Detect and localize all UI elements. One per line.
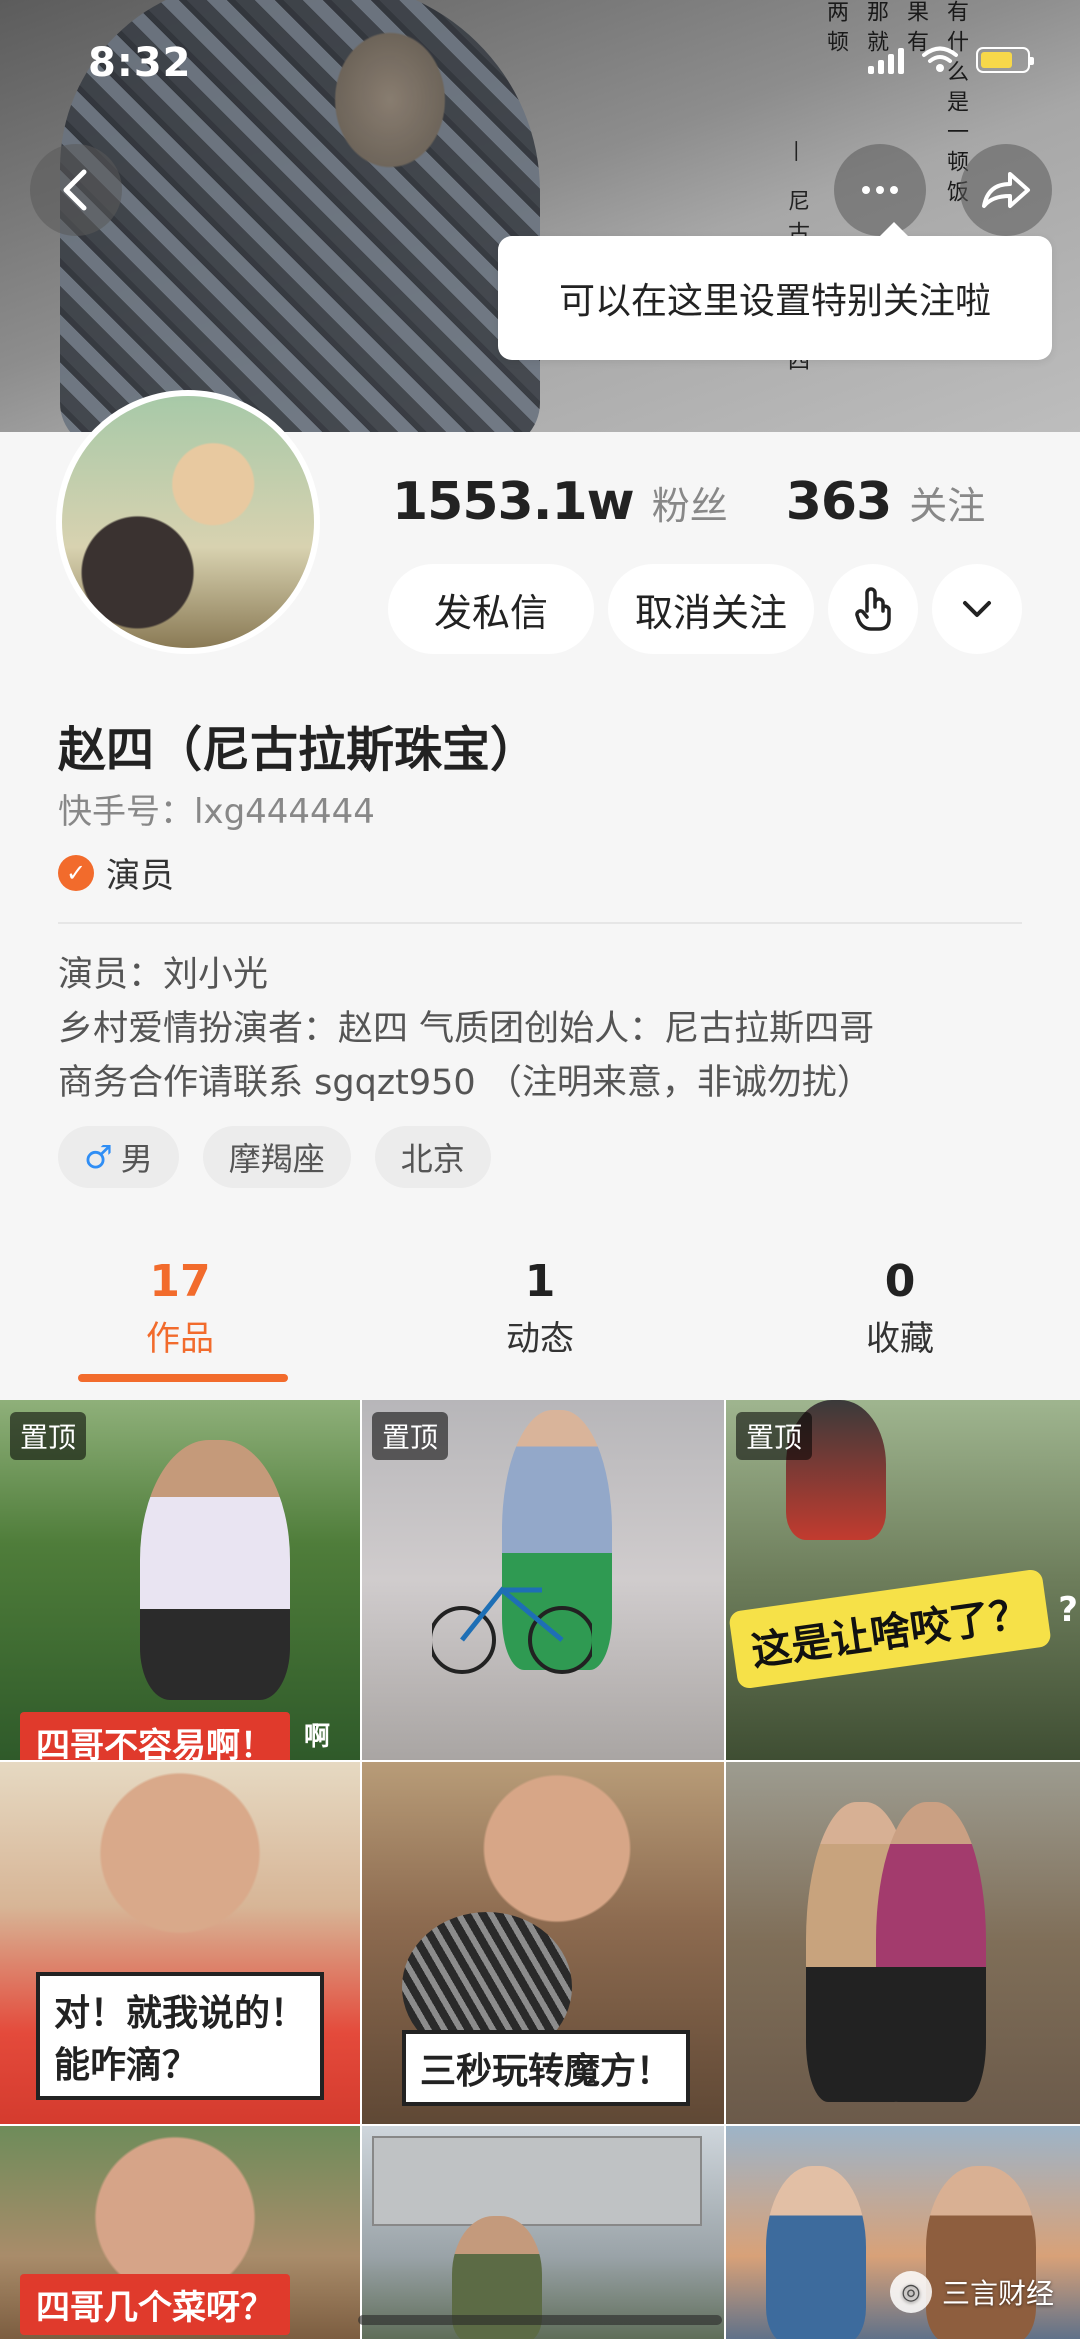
share-arrow-icon xyxy=(982,172,1030,208)
avatar[interactable] xyxy=(56,390,320,654)
profile-stats: 1553.1w 粉丝 363 关注 xyxy=(392,472,1025,532)
video-thumbnail[interactable]: 三秒玩转魔方！ xyxy=(362,1762,724,2124)
more-dots-icon xyxy=(862,186,898,194)
special-follow-button[interactable] xyxy=(828,564,918,654)
video-grid: 置顶 四哥不容易啊！ 啊 置顶 置顶 这是让啥咬了？ ? 对！就我说的！ 能咋滴… xyxy=(0,1400,1080,2339)
kuaishou-id[interactable]: 快手号：lxg444444 xyxy=(58,784,375,833)
bio-line: 乡村爱情扮演者：赵四 气质团创始人：尼古拉斯四哥 xyxy=(58,1009,875,1049)
back-button[interactable] xyxy=(30,144,122,236)
tab-moments[interactable]: 1 动态 xyxy=(360,1252,720,1382)
profile-name: 赵四（尼古拉斯珠宝） xyxy=(58,722,539,778)
cellular-signal-icon xyxy=(868,46,904,74)
city-tag: 北京 xyxy=(374,1126,491,1188)
followers-count[interactable]: 1553.1w xyxy=(392,472,635,532)
tab-works[interactable]: 17 作品 xyxy=(0,1252,360,1382)
video-thumbnail[interactable]: 置顶 xyxy=(362,1400,724,1760)
video-thumbnail[interactable]: 对！就我说的！ 能咋滴？ xyxy=(0,1762,360,2124)
profile-bio: 演员：刘小光 乡村爱情扮演者：赵四 气质团创始人：尼古拉斯四哥 商务合作请联系 … xyxy=(58,948,874,1110)
unfollow-button[interactable]: 取消关注 xyxy=(608,564,814,654)
watermark: ◎ 三言财经 xyxy=(889,2271,1054,2313)
pinned-badge: 置顶 xyxy=(10,1412,87,1460)
video-caption: 四哥不容易啊！ xyxy=(20,1712,290,1760)
profile-section: 1553.1w 粉丝 363 关注 发私信 取消关注 赵四（尼古拉斯珠宝） 快手… xyxy=(0,390,1080,1382)
bio-line: 商务合作请联系 sgqzt950 （注明来意，非诚勿扰） xyxy=(58,1063,872,1103)
expand-dropdown-button[interactable] xyxy=(932,564,1022,654)
tab-favorites[interactable]: 0 收藏 xyxy=(720,1252,1080,1382)
video-caption: 三秒玩转魔方！ xyxy=(402,2030,691,2106)
wechat-icon: ◎ xyxy=(889,2271,932,2313)
gender-tag: ♂ 男 xyxy=(58,1126,179,1188)
bio-line: 演员：刘小光 xyxy=(58,955,269,995)
profile-tags: ♂ 男 摩羯座 北京 xyxy=(58,1126,491,1188)
bicycle-illustration xyxy=(432,1586,592,1674)
verified-check-icon: ✓ xyxy=(58,854,94,891)
battery-icon xyxy=(976,47,1034,73)
video-thumbnail[interactable]: 置顶 这是让啥咬了？ ? xyxy=(726,1400,1080,1760)
verified-label: 演员 xyxy=(106,856,174,896)
video-caption: 对！就我说的！ 能咋滴？ xyxy=(36,1972,325,2100)
chevron-down-icon xyxy=(963,601,991,617)
verified-badge: ✓ 演员 xyxy=(58,848,174,897)
share-button[interactable] xyxy=(960,144,1052,236)
male-icon: ♂ xyxy=(84,1138,113,1176)
chevron-left-icon xyxy=(63,169,87,211)
finger-tap-icon xyxy=(855,587,891,631)
video-thumbnail[interactable] xyxy=(362,2126,724,2339)
following-count[interactable]: 363 xyxy=(786,472,893,532)
video-thumbnail[interactable] xyxy=(726,1762,1080,2124)
home-indicator[interactable] xyxy=(358,2315,722,2325)
send-message-button[interactable]: 发私信 xyxy=(388,564,594,654)
video-thumbnail[interactable]: ◎ 三言财经 xyxy=(726,2126,1080,2339)
pinned-badge: 置顶 xyxy=(372,1412,449,1460)
wifi-icon xyxy=(922,46,958,72)
video-caption: 这是让啥咬了？ xyxy=(728,1568,1052,1690)
divider xyxy=(58,922,1022,924)
following-label[interactable]: 关注 xyxy=(909,475,985,530)
pinned-badge: 置顶 xyxy=(736,1412,813,1460)
special-follow-tooltip[interactable]: 可以在这里设置特别关注啦 xyxy=(498,222,1052,360)
zodiac-tag: 摩羯座 xyxy=(202,1126,351,1188)
profile-actions: 发私信 取消关注 xyxy=(388,564,1022,654)
content-tabs: 17 作品 1 动态 0 收藏 xyxy=(0,1252,1080,1382)
video-caption: 四哥几个菜呀？ xyxy=(20,2274,290,2335)
followers-label[interactable]: 粉丝 xyxy=(652,475,728,530)
video-thumbnail[interactable]: 置顶 四哥不容易啊！ 啊 xyxy=(0,1400,360,1760)
status-icons xyxy=(868,46,1034,74)
status-time: 8:32 xyxy=(88,40,192,86)
video-thumbnail[interactable]: 四哥几个菜呀？ xyxy=(0,2126,360,2339)
